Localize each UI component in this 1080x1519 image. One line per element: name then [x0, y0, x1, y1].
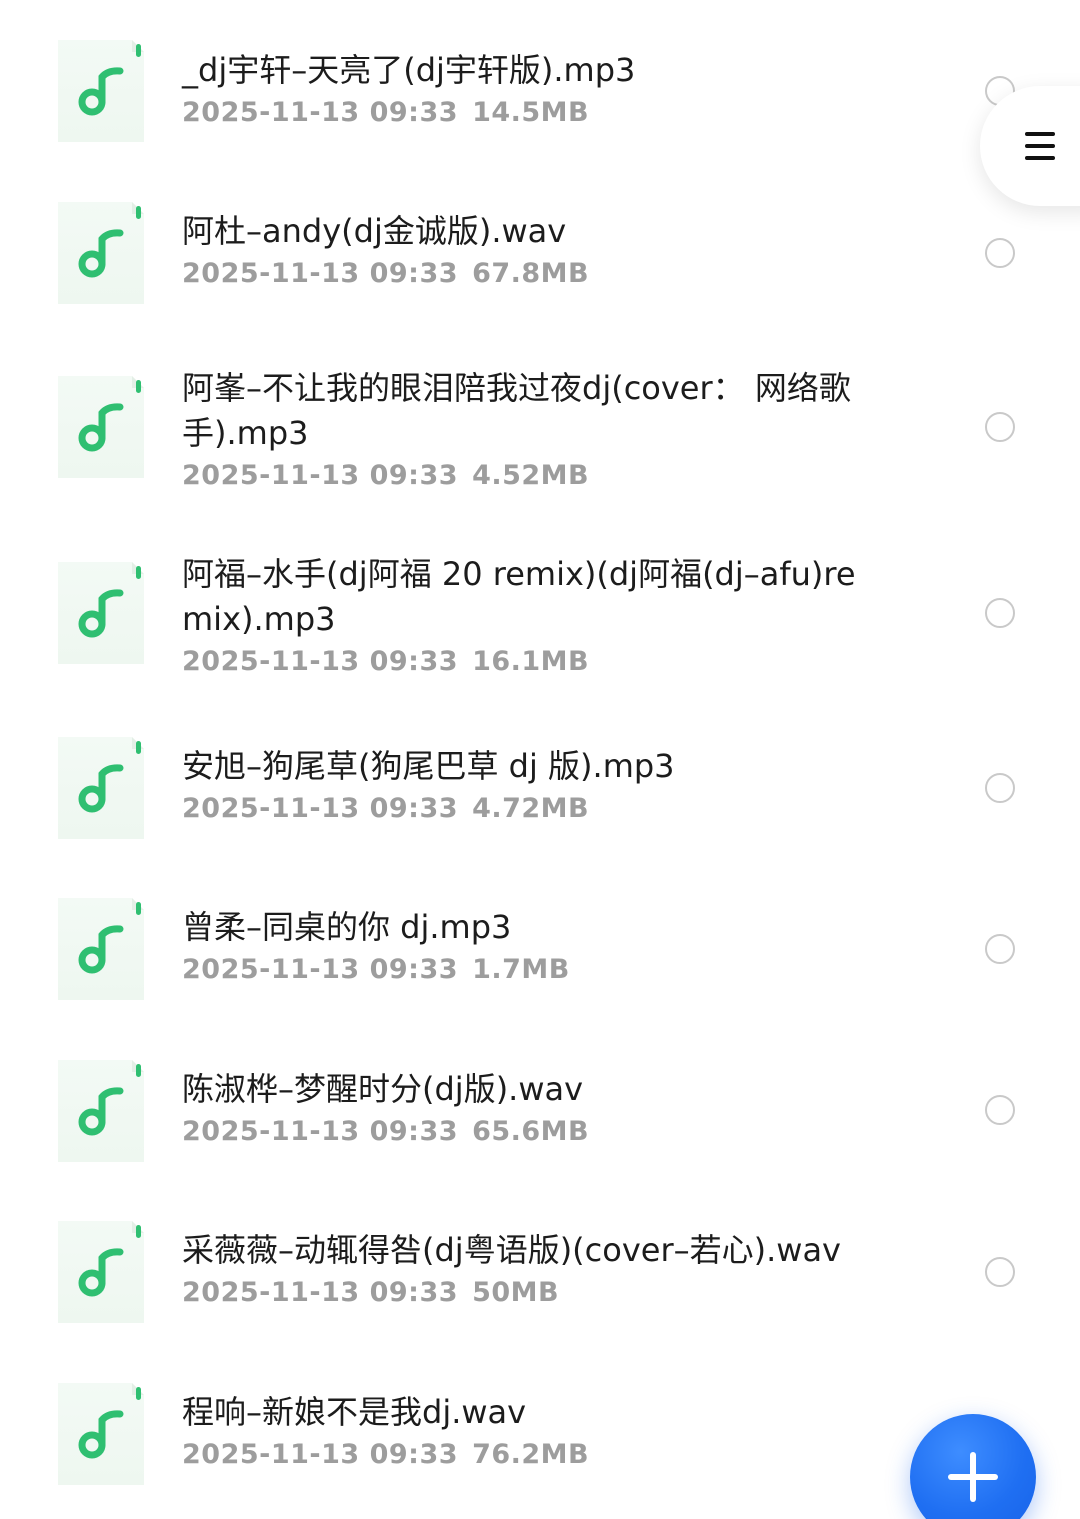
music-file-icon: [58, 202, 144, 304]
file-date: 2025-11-13 09:33: [182, 97, 459, 128]
file-size: 4.52MB: [472, 460, 590, 491]
hamburger-menu-icon: [1025, 132, 1055, 136]
music-file-icon: [58, 562, 144, 664]
select-radio[interactable]: [985, 934, 1015, 964]
file-meta: 2025-11-13 09:33 4.72MB: [182, 789, 882, 829]
file-size: 4.72MB: [472, 793, 590, 824]
file-name: 阿杜–andy(dj金诚版).wav: [182, 212, 567, 250]
file-size: 76.2MB: [472, 1439, 590, 1470]
file-size: 50MB: [472, 1277, 560, 1308]
file-date: 2025-11-13 09:33: [182, 1277, 459, 1308]
select-radio[interactable]: [985, 773, 1015, 803]
file-meta: 2025-11-13 09:33 65.6MB: [182, 1112, 882, 1152]
music-file-icon: [58, 1383, 144, 1485]
file-meta: 2025-11-13 09:33 50MB: [182, 1273, 882, 1313]
file-date: 2025-11-13 09:33: [182, 1116, 459, 1147]
file-meta: 2025-11-13 09:33 4.52MB: [182, 456, 882, 496]
file-date: 2025-11-13 09:33: [182, 793, 459, 824]
file-meta: 2025-11-13 09:33 67.8MB: [182, 254, 882, 294]
file-date: 2025-11-13 09:33: [182, 460, 459, 491]
file-date: 2025-11-13 09:33: [182, 1439, 459, 1470]
file-meta: 2025-11-13 09:33 16.1MB: [182, 642, 882, 682]
music-file-icon: [58, 1060, 144, 1162]
file-name: 阿福–水手(dj阿福 20 remix)(dj阿福(dj–afu)remix).…: [182, 555, 856, 638]
file-size: 16.1MB: [472, 646, 590, 677]
music-file-icon: [58, 898, 144, 1000]
music-file-icon: [58, 1221, 144, 1323]
select-radio[interactable]: [985, 598, 1015, 628]
file-date: 2025-11-13 09:33: [182, 258, 459, 289]
file-name: 安旭–狗尾草(狗尾巴草 dj 版).mp3: [182, 747, 675, 785]
file-meta: 2025-11-13 09:33 76.2MB: [182, 1435, 882, 1475]
file-meta: 2025-11-13 09:33 1.7MB: [182, 950, 882, 990]
select-radio[interactable]: [985, 1257, 1015, 1287]
file-name: 陈淑桦–梦醒时分(dj版).wav: [182, 1070, 584, 1108]
file-date: 2025-11-13 09:33: [182, 646, 459, 677]
file-name: 采薇薇–动辄得咎(dj粤语版)(cover–若心).wav: [182, 1231, 841, 1269]
select-radio[interactable]: [985, 1095, 1015, 1125]
file-name: _dj宇轩–天亮了(dj宇轩版).mp3: [182, 51, 636, 89]
select-radio[interactable]: [985, 412, 1015, 442]
music-file-icon: [58, 40, 144, 142]
music-file-icon: [58, 376, 144, 478]
file-date: 2025-11-13 09:33: [182, 954, 459, 985]
file-size: 67.8MB: [472, 258, 590, 289]
file-name: 程响–新娘不是我dj.wav: [182, 1393, 527, 1431]
file-meta: 2025-11-13 09:33 14.5MB: [182, 93, 882, 133]
file-size: 1.7MB: [472, 954, 570, 985]
file-list-screen: _dj宇轩–天亮了(dj宇轩版).mp3 2025-11-13 09:33 14.…: [0, 0, 1080, 1519]
add-button[interactable]: [910, 1414, 1036, 1519]
file-name: 阿峯–不让我的眼泪陪我过夜dj(cover： 网络歌手).mp3: [182, 369, 851, 452]
file-size: 65.6MB: [472, 1116, 590, 1147]
file-name: 曾柔–同桌的你 dj.mp3: [182, 908, 512, 946]
select-radio[interactable]: [985, 238, 1015, 268]
file-size: 14.5MB: [472, 97, 590, 128]
music-file-icon: [58, 737, 144, 839]
